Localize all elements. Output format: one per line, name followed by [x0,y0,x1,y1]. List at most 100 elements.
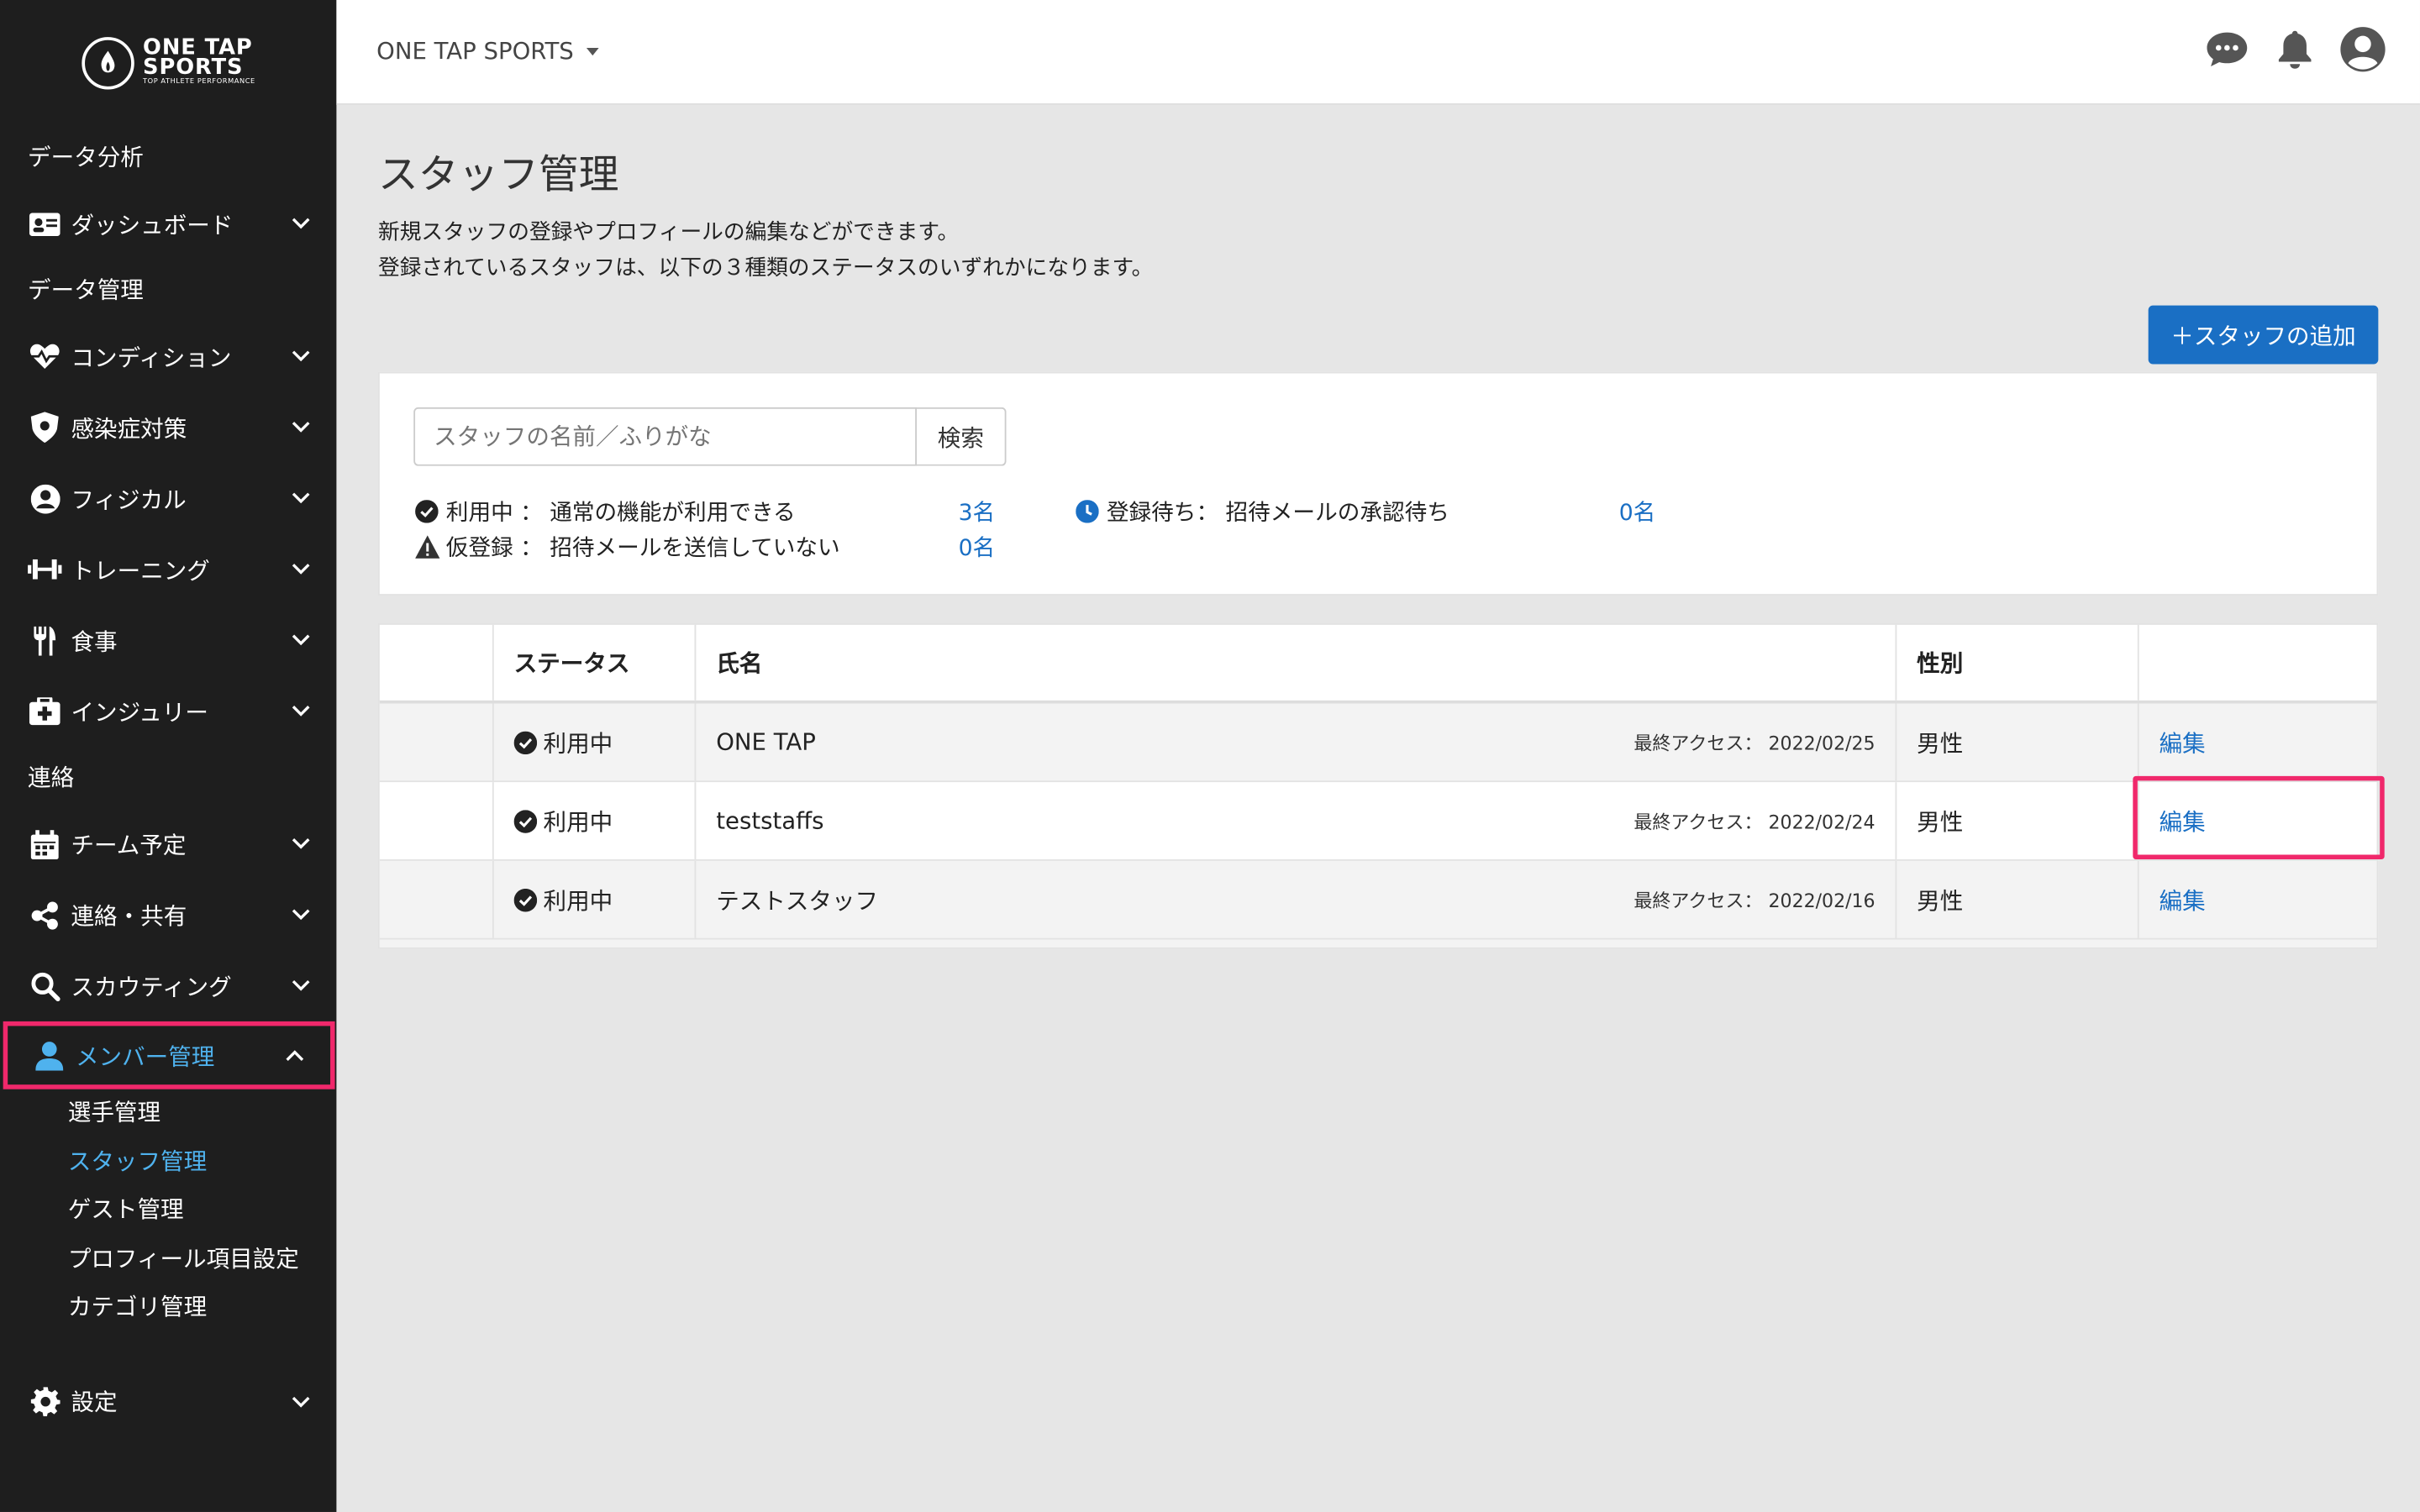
sidebar-nav: データ分析 ダッシュボード データ管理 コンディション 感染症対策 フィジカル … [0,127,336,1437]
bell-icon[interactable] [2272,26,2318,72]
chevron-down-icon [290,345,312,367]
chevron-up-icon [284,1044,306,1066]
status-text: 利用中 [543,728,613,757]
shield-virus-icon [28,412,61,444]
sidebar-item-label: 感染症対策 [71,414,187,443]
clock-icon [1074,498,1100,524]
table-footer [379,939,2377,948]
sidebar-item-condition[interactable]: コンディション [0,321,336,391]
staff-search-input[interactable] [413,407,917,466]
last-access: 最終アクセス： 2022/02/16 [1634,889,1876,911]
staff-name: テストスタッフ [716,886,879,915]
sidebar-item-label: フィジカル [71,485,187,513]
row-name: テストスタッフ 最終アクセス： 2022/02/16 [696,860,1897,938]
search-button[interactable]: 検索 [916,407,1007,466]
row-status: 利用中 [494,860,697,938]
sidebar-subitem-guests[interactable]: ゲスト管理 [0,1186,336,1235]
sidebar-item-label: メンバー管理 [75,1042,215,1070]
calendar-icon [28,829,61,859]
chevron-down-icon [290,629,312,651]
user-icon [33,1041,66,1070]
status-provisional-count[interactable]: 0名 [959,531,996,564]
chat-icon[interactable] [2204,26,2250,72]
sidebar-item-schedule[interactable]: チーム予定 [0,808,336,879]
sidebar: ONE TAP SPORTS TOP ATHLETE PERFORMANCE デ… [0,0,337,1512]
page-title: スタッフ管理 [377,152,619,199]
header-blank [380,624,494,701]
status-pending-label: 登録待ち： 招待メールの承認待ち [1106,501,1449,527]
add-staff-button[interactable]: ＋スタッフの追加 [2148,305,2379,365]
row-name: teststaffs 最終アクセス： 2022/02/24 [696,782,1897,860]
row-blank [380,782,494,860]
description-line-2: 登録されているスタッフは、以下の３種類のステータスのいずれかになります。 [377,255,1154,281]
flame-logo-icon [81,37,134,90]
last-access: 最終アクセス： 2022/02/25 [1634,732,1876,754]
header-icons [2204,26,2386,72]
check-circle-icon [413,498,439,524]
chevron-down-icon [290,975,312,997]
search-form: 検索 [413,407,1007,466]
chevron-down-icon [290,1391,312,1413]
check-circle-icon [513,809,538,832]
status-text: 利用中 [543,807,613,836]
chevron-down-icon [290,559,312,580]
sidebar-item-settings[interactable]: 設定 [0,1366,336,1436]
header-gender: 性別 [1897,624,2139,701]
sidebar-item-label: スカウティング [71,973,232,1001]
row-status: 利用中 [494,782,697,860]
edit-link[interactable]: 編集 [2160,884,2206,916]
last-access: 最終アクセス： 2022/02/24 [1634,811,1876,832]
row-name: ONE TAP 最終アクセス： 2022/02/25 [696,703,1897,781]
sidebar-item-dashboard[interactable]: ダッシュボード [0,188,336,259]
sidebar-subitem-categories[interactable]: カテゴリ管理 [0,1284,336,1332]
sidebar-item-label: コンディション [71,343,232,371]
staff-name: ONE TAP [716,727,816,756]
account-avatar-icon[interactable] [2339,26,2386,72]
section-data-management: データ管理 [28,276,144,304]
chevron-down-icon [290,701,312,722]
row-actions: 編集 [2139,861,2377,938]
description-line-1: 新規スタッフの登録やプロフィールの編集などができます。 [377,220,960,246]
sidebar-item-label: トレーニング [71,556,210,585]
brand-logo[interactable]: ONE TAP SPORTS TOP ATHLETE PERFORMANCE [0,0,336,127]
row-actions: 編集 [2139,782,2377,859]
sidebar-item-infection[interactable]: 感染症対策 [0,392,336,463]
status-pending-count[interactable]: 0名 [1619,496,1656,528]
sidebar-subitem-players[interactable]: 選手管理 [0,1089,336,1138]
id-card-icon [28,212,61,236]
row-blank [380,703,494,781]
edit-link[interactable]: 編集 [2160,726,2206,759]
status-pending: 登録待ち： 招待メールの承認待ち [1074,496,1449,528]
search-icon [28,971,61,1001]
chevron-down-icon [290,213,312,234]
sidebar-subitem-profile-items[interactable]: プロフィール項目設定 [0,1235,336,1284]
sidebar-item-physical[interactable]: フィジカル [0,463,336,533]
share-icon [28,900,61,930]
sidebar-item-label: 食事 [71,627,118,655]
row-gender: 男性 [1897,703,2139,781]
sidebar-item-share[interactable]: 連絡・共有 [0,879,336,950]
utensils-icon [28,625,61,655]
brand-text: ONE TAP SPORTS TOP ATHLETE PERFORMANCE [143,37,255,88]
edit-link[interactable]: 編集 [2160,805,2206,837]
heartbeat-icon [28,343,61,370]
check-circle-icon [513,888,538,911]
user-circle-icon [28,483,61,513]
staff-name: teststaffs [716,806,824,835]
row-gender: 男性 [1897,782,2139,860]
sidebar-item-meal[interactable]: 食事 [0,605,336,675]
section-contact: 連絡 [28,764,75,792]
warning-icon [413,533,439,559]
sidebar-item-label: インジュリー [71,698,208,727]
chevron-down-icon [290,833,312,855]
sidebar-item-scouting[interactable]: スカウティング [0,950,336,1021]
status-active-count[interactable]: 3名 [959,496,996,528]
chevron-down-icon [290,487,312,509]
team-selector[interactable]: ONE TAP SPORTS [376,37,599,65]
sidebar-subitem-staff[interactable]: スタッフ管理 [0,1138,336,1187]
sidebar-item-label: 連絡・共有 [71,901,187,930]
table-row: 利用中 テストスタッフ 最終アクセス： 2022/02/16 男性 編集 [379,860,2377,940]
sidebar-item-injury[interactable]: インジュリー [0,675,336,746]
sidebar-item-training[interactable]: トレーニング [0,533,336,604]
sidebar-item-member-management[interactable]: メンバー管理 [3,1021,335,1089]
